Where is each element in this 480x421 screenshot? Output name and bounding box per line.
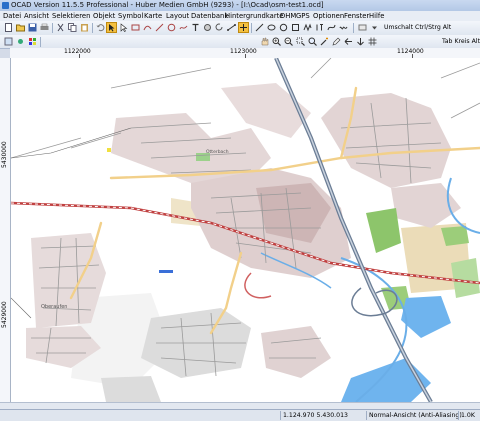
undo-icon[interactable] [96, 23, 105, 32]
vertical-ruler: 5430000 5429000 [0, 58, 11, 402]
arrow-left-icon[interactable] [344, 37, 353, 46]
menu-hintergrundkarte[interactable]: Hintergrundkarte [225, 12, 284, 20]
reshape-icon[interactable] [238, 22, 249, 33]
cut-icon[interactable] [56, 23, 65, 32]
map-drawing: Oberaufen Otterbach [11, 58, 480, 402]
window-title: OCAD Version 11.5.5 Professional - Huber… [11, 1, 324, 9]
rotate-icon[interactable] [215, 23, 224, 32]
open-folder-icon[interactable] [16, 23, 25, 32]
zigzag-mode-icon[interactable] [303, 23, 312, 32]
menu-objekt[interactable]: Objekt [93, 12, 115, 20]
menu-ansicht[interactable]: Ansicht [24, 12, 49, 20]
menu-gps[interactable]: GPS [296, 12, 310, 20]
measure-icon[interactable] [227, 23, 236, 32]
ruler-y-label-1: 5430000 [1, 141, 8, 168]
mode-toggle-icon[interactable] [358, 23, 367, 32]
menu-datenbank[interactable]: Datenbank [191, 12, 228, 20]
ruler-x-label-3: 1124000 [397, 48, 424, 55]
new-file-icon[interactable] [4, 23, 13, 32]
number-mode-icon[interactable] [315, 23, 324, 32]
bezier-mode-icon[interactable] [327, 23, 336, 32]
secondary-toolbar: Tab Kreis Alt [0, 35, 480, 49]
straight-mode-icon[interactable] [255, 23, 264, 32]
zoom-all-icon[interactable] [308, 37, 317, 46]
dropdown-arrow-icon[interactable] [370, 23, 379, 32]
edit-point-icon[interactable] [119, 23, 128, 32]
ruler-y-label-2: 5429000 [1, 301, 8, 328]
menu-datei[interactable]: Datei [3, 12, 21, 20]
modifier-keys-text: Umschalt Ctrl/Strg Alt [384, 24, 452, 31]
menu-karte[interactable]: Karte [144, 12, 162, 20]
draw-text-icon[interactable] [191, 23, 200, 32]
draw-line-icon[interactable] [155, 23, 164, 32]
zoom-out-icon[interactable] [284, 37, 293, 46]
grid-icon[interactable] [368, 37, 377, 46]
print-icon[interactable] [40, 23, 49, 32]
status-view-mode: Normal-Ansicht (Anti-Aliasing) [366, 411, 462, 420]
arrow-down-icon[interactable] [356, 37, 365, 46]
menu-layout[interactable]: Layout [166, 12, 189, 20]
app-icon [2, 2, 9, 9]
copy-icon[interactable] [68, 23, 77, 32]
pen-icon[interactable] [332, 37, 341, 46]
draw-circle-icon[interactable] [167, 23, 176, 32]
label-oberaufen: Oberaufen [41, 304, 67, 310]
menu-symbol[interactable]: Symbol [118, 12, 143, 20]
ruler-x-label-1: 1122000 [64, 48, 91, 55]
draw-rect-icon[interactable] [131, 23, 140, 32]
ruler-x-label-2: 1123000 [230, 48, 257, 55]
draw-freehand-icon[interactable] [179, 23, 188, 32]
hand-pan-icon[interactable] [260, 37, 269, 46]
circle-mode-icon[interactable] [279, 23, 288, 32]
layer-icon[interactable] [4, 37, 13, 46]
map-canvas[interactable]: Oberaufen Otterbach [11, 58, 480, 402]
zoom-window-icon[interactable] [296, 37, 305, 46]
menu-dhm[interactable]: DHM [280, 12, 296, 20]
status-bar: 1.124.970 5.430.013 Normal-Ansicht (Anti… [0, 409, 480, 421]
cut-hole-icon[interactable] [203, 23, 212, 32]
freehand-mode-icon[interactable] [339, 23, 348, 32]
menu-fenster[interactable]: Fenster [344, 12, 369, 20]
symbol-icon[interactable] [16, 37, 25, 46]
rectangle-mode-icon[interactable] [291, 23, 300, 32]
status-page: 1.0K [458, 411, 480, 420]
main-toolbar: Umschalt Ctrl/Strg Alt [0, 21, 480, 36]
paste-icon[interactable] [80, 23, 89, 32]
menu-selektieren[interactable]: Selektieren [52, 12, 90, 20]
menu-hilfe[interactable]: Hilfe [369, 12, 384, 20]
ellipse-mode-icon[interactable] [267, 23, 276, 32]
tab-keys-text: Tab Kreis Alt [442, 38, 480, 45]
zoom-in-icon[interactable] [272, 37, 281, 46]
menu-optionen[interactable]: Optionen [313, 12, 344, 20]
color-icon[interactable] [28, 37, 37, 46]
status-coords: 1.124.970 5.430.013 [280, 411, 367, 420]
magic-wand-icon[interactable] [320, 37, 329, 46]
label-otterbach: Otterbach [206, 149, 229, 155]
draw-curve-icon[interactable] [143, 23, 152, 32]
edit-object-icon[interactable] [106, 22, 117, 33]
save-icon[interactable] [28, 23, 37, 32]
